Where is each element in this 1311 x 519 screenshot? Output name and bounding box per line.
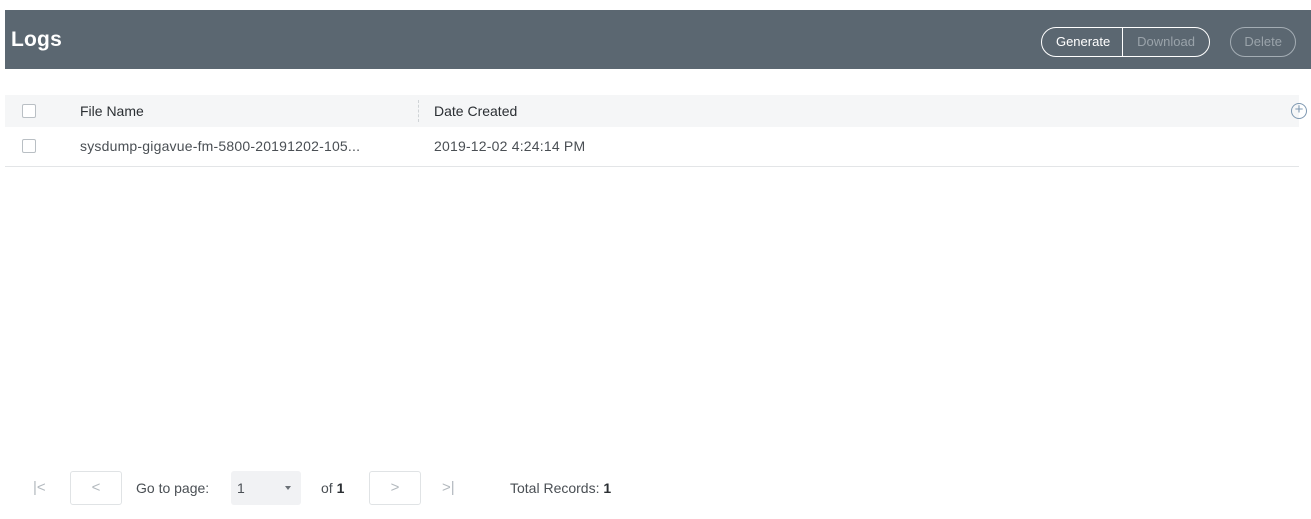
chevron-down-icon — [285, 486, 291, 490]
column-header-file-name[interactable]: File Name — [80, 95, 144, 127]
next-page-button[interactable]: > — [369, 471, 421, 505]
logs-table: File Name Date Created + sysdump-gigavue… — [5, 95, 1307, 167]
pagination: |< < Go to page: 1 of 1 > >| Total Recor… — [0, 470, 1311, 506]
action-button-group: Generate Download — [1040, 27, 1210, 57]
go-to-page-label: Go to page: — [136, 480, 210, 496]
table-row[interactable]: sysdump-gigavue-fm-5800-20191202-105... … — [5, 127, 1299, 167]
logs-header: Logs Generate Download Delete — [5, 10, 1311, 69]
table-header: File Name Date Created + — [5, 95, 1307, 127]
total-pages: 1 — [336, 480, 345, 496]
page-select-value: 1 — [237, 480, 245, 496]
delete-button[interactable]: Delete — [1230, 27, 1296, 57]
generate-button[interactable]: Generate — [1042, 28, 1122, 56]
total-records-label: Total Records: — [510, 480, 600, 496]
of-label: of — [321, 480, 333, 496]
page-title: Logs — [11, 28, 62, 51]
row-checkbox[interactable] — [22, 139, 36, 153]
first-page-icon[interactable]: |< — [33, 470, 46, 506]
page-select[interactable]: 1 — [231, 471, 301, 505]
download-button[interactable]: Download — [1122, 28, 1209, 56]
last-page-icon[interactable]: >| — [442, 470, 455, 506]
previous-page-button[interactable]: < — [70, 471, 122, 505]
total-records-count: 1 — [603, 480, 612, 496]
file-name-cell: sysdump-gigavue-fm-5800-20191202-105... — [80, 138, 361, 154]
date-created-cell: 2019-12-02 4:24:14 PM — [434, 138, 586, 154]
add-column-icon[interactable]: + — [1291, 102, 1307, 119]
column-divider[interactable] — [418, 100, 419, 122]
select-all-checkbox[interactable] — [22, 104, 36, 118]
page-count: of 1 — [321, 470, 344, 506]
column-header-date-created[interactable]: Date Created — [434, 95, 517, 127]
total-records: Total Records: 1 — [510, 470, 611, 506]
